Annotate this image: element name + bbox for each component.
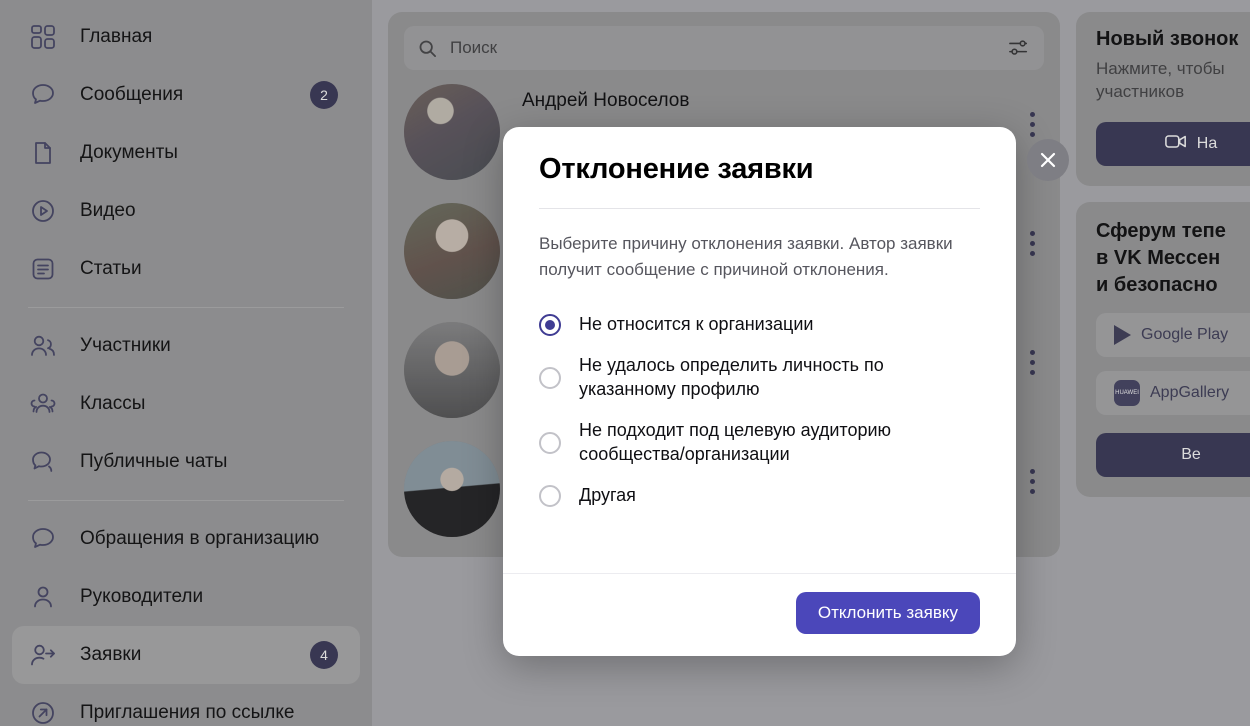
person-icon <box>28 582 58 612</box>
sidebar-item-1[interactable]: Сообщения 2 <box>12 66 360 124</box>
reject-reason-option-0[interactable]: Не относится к организации <box>539 304 980 345</box>
sidebar-divider <box>28 500 344 501</box>
new-call-subtitle: Нажмите, чтобы участников <box>1096 59 1225 102</box>
sidebar-item-label: Сообщения <box>80 84 184 105</box>
sidebar-item-10[interactable]: Заявки 4 <box>12 626 360 684</box>
web-version-label: Ве <box>1181 445 1201 463</box>
reject-reason-label: Не подходит под целевую аудиторию сообще… <box>579 420 892 464</box>
search-input[interactable]: Поиск <box>404 26 1044 70</box>
promo-title-line-1: Сферум тепе <box>1096 219 1226 242</box>
row-more-options-icon[interactable] <box>1030 112 1036 137</box>
sidebar-divider <box>28 307 344 308</box>
public-chat-icon <box>28 447 58 477</box>
modal-title: Отклонение заявки <box>539 153 814 185</box>
sidebar-item-label: Документы <box>80 142 178 163</box>
google-play-button[interactable]: Google Play <box>1096 312 1250 357</box>
start-call-button[interactable]: На <box>1096 121 1250 166</box>
reject-reason-label: Не удалось определить личность по указан… <box>579 355 884 399</box>
start-call-label: На <box>1196 134 1218 152</box>
document-icon <box>28 138 58 168</box>
row-more-options-icon[interactable] <box>1030 231 1036 256</box>
reject-request-modal: Отклонение заявки Выберите причину откло… <box>503 127 1016 656</box>
modal-header: Отклонение заявки <box>503 127 1016 209</box>
reject-reason-option-2[interactable]: Не подходит под целевую аудиторию сообще… <box>539 410 980 475</box>
avatar <box>404 322 500 418</box>
new-call-title: Новый звонок <box>1096 28 1239 50</box>
sidebar-item-label: Публичные чаты <box>80 451 228 472</box>
article-icon <box>28 254 58 284</box>
avatar <box>404 84 500 180</box>
appgallery-label: AppGallery <box>1150 383 1230 401</box>
right-panel: Новый звонок Нажмите, чтобы участников Н… <box>1076 12 1250 513</box>
sidebar-item-11[interactable]: Приглашения по ссылке <box>12 684 360 726</box>
appgallery-button[interactable]: HUAWEI AppGallery <box>1096 370 1250 415</box>
sidebar-item-badge: 4 <box>310 641 338 669</box>
sidebar-item-6[interactable]: Классы <box>12 375 360 433</box>
radio-button[interactable] <box>539 431 561 454</box>
sidebar-item-label: Классы <box>80 393 146 414</box>
chat-bubble-icon <box>28 80 58 110</box>
promo-title-line-2: в VK Мессен <box>1096 246 1221 269</box>
sidebar-item-7[interactable]: Публичные чаты <box>12 433 360 491</box>
request-meta: Андрей Новоселов <box>522 84 689 120</box>
sidebar-item-0[interactable]: Главная <box>12 8 360 66</box>
sidebar-item-4[interactable]: Статьи <box>12 240 360 298</box>
sidebar-item-label: Обращения в организацию <box>80 528 320 549</box>
promo-card: Сферум тепе в VK Мессен и безопасно Goog… <box>1076 201 1250 497</box>
sidebar-item-5[interactable]: Участники <box>12 317 360 375</box>
modal-body: Выберите причину отклонения заявки. Авто… <box>503 209 1016 573</box>
search-icon <box>418 39 438 58</box>
row-more-options-icon[interactable] <box>1030 350 1036 375</box>
sidebar-item-label: Главная <box>80 26 153 47</box>
sidebar-item-9[interactable]: Руководители <box>12 568 360 626</box>
sidebar-item-label: Статьи <box>80 258 142 279</box>
reject-reason-options: Не относится к организации Не удалось опр… <box>539 304 980 516</box>
new-call-card: Новый звонок Нажмите, чтобы участников Н… <box>1076 12 1250 186</box>
promo-title-line-3: и безопасно <box>1096 273 1218 296</box>
video-camera-icon <box>1164 134 1187 154</box>
sidebar-item-label: Приглашения по ссылке <box>80 702 295 723</box>
users-icon <box>28 331 58 361</box>
sidebar-item-label: Участники <box>80 335 171 356</box>
request-person-name: Андрей Новоселов <box>522 90 690 111</box>
sidebar: Главная Сообщения 2 Документы Видео Статьи Уча… <box>0 0 372 726</box>
play-circle-icon <box>28 196 58 226</box>
reject-request-button[interactable]: Отклонить заявку <box>795 592 980 634</box>
sidebar-item-label: Видео <box>80 200 136 221</box>
sliders-icon[interactable] <box>1008 38 1030 58</box>
reject-reason-label: Не относится к организации <box>579 314 814 334</box>
sidebar-item-label: Руководители <box>80 586 204 607</box>
row-more-options-icon[interactable] <box>1030 469 1036 494</box>
link-arrow-icon <box>28 698 58 726</box>
person-arrow-icon <box>28 640 58 670</box>
sidebar-item-badge: 2 <box>310 81 338 109</box>
chat-bubble-icon <box>28 524 58 554</box>
google-play-icon <box>1114 324 1131 345</box>
sidebar-item-2[interactable]: Документы <box>12 124 360 182</box>
sidebar-item-8[interactable]: Обращения в организацию <box>12 510 360 568</box>
reject-reason-option-3[interactable]: Другая <box>539 475 980 516</box>
app-root: Главная Сообщения 2 Документы Видео Статьи Уча… <box>0 0 1250 726</box>
sidebar-item-3[interactable]: Видео <box>12 182 360 240</box>
promo-title: Сферум тепе в VK Мессен и безопасно <box>1096 218 1250 299</box>
close-icon[interactable] <box>1027 139 1069 181</box>
avatar <box>404 203 500 299</box>
sidebar-item-label: Заявки <box>80 644 142 665</box>
search-placeholder: Поиск <box>450 38 498 57</box>
reject-reason-label: Другая <box>579 484 636 505</box>
google-play-label: Google Play <box>1141 325 1229 343</box>
radio-button[interactable] <box>539 313 561 336</box>
avatar <box>404 441 500 537</box>
appgallery-icon: HUAWEI <box>1114 379 1140 406</box>
radio-button[interactable] <box>539 366 561 389</box>
grid-icon <box>28 22 58 52</box>
web-version-button[interactable]: Ве <box>1096 432 1250 477</box>
reject-reason-option-1[interactable]: Не удалось определить личность по указан… <box>539 345 980 410</box>
radio-button[interactable] <box>539 484 561 507</box>
modal-description: Выберите причину отклонения заявки. Авто… <box>539 234 953 279</box>
modal-footer: Отклонить заявку <box>503 573 1016 656</box>
class-group-icon <box>28 389 58 419</box>
